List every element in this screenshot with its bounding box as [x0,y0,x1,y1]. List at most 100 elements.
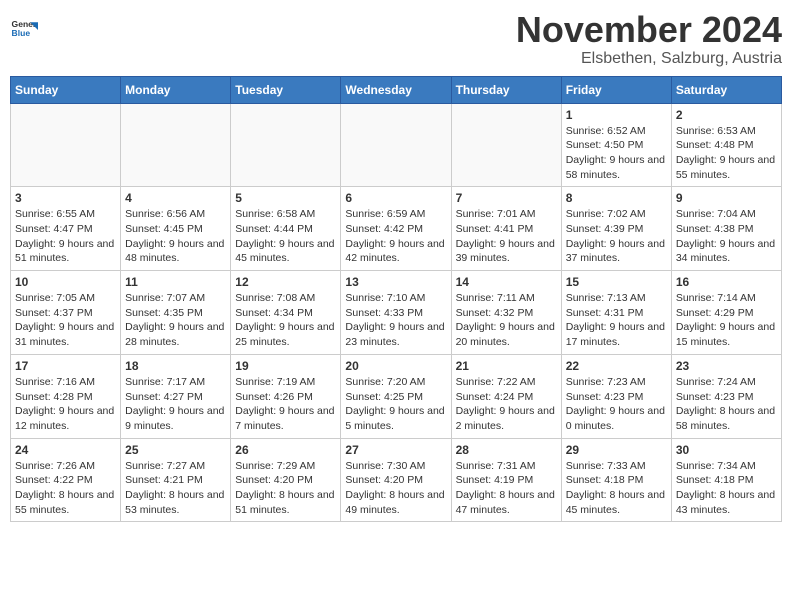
day-number: 17 [15,359,116,373]
calendar-cell: 27Sunrise: 7:30 AM Sunset: 4:20 PM Dayli… [341,438,451,522]
day-number: 10 [15,275,116,289]
day-info: Sunrise: 7:19 AM Sunset: 4:26 PM Dayligh… [235,375,336,434]
day-info: Sunrise: 7:07 AM Sunset: 4:35 PM Dayligh… [125,291,226,350]
day-info: Sunrise: 7:05 AM Sunset: 4:37 PM Dayligh… [15,291,116,350]
calendar-cell: 30 Sunrise: 7:34 AM Sunset: 4:18 PM Dayli… [671,438,781,522]
calendar-cell: 9Sunrise: 7:04 AM Sunset: 4:38 PM Daylig… [671,187,781,271]
day-info: Sunrise: 6:55 AM Sunset: 4:47 PM Dayligh… [15,207,116,266]
day-info: Sunrise: 7:01 AM Sunset: 4:41 PM Dayligh… [456,207,557,266]
week-row-3: 10 Sunrise: 7:05 AM Sunset: 4:37 PM Dayli… [11,271,782,355]
calendar-cell: 12 Sunrise: 7:08 AM Sunset: 4:34 PM Dayli… [231,271,341,355]
weekday-header-thursday: Thursday [451,76,561,103]
day-info: Sunrise: 7:31 AM Sunset: 4:19 PM Dayligh… [456,459,557,518]
day-info: Sunrise: 7:33 AM Sunset: 4:18 PM Dayligh… [566,459,667,518]
day-number: 14 [456,275,557,289]
day-number: 4 [125,191,226,205]
day-number: 7 [456,191,557,205]
weekday-header-sunday: Sunday [11,76,121,103]
day-info: Sunrise: 7:24 AM Sunset: 4:23 PM Dayligh… [676,375,777,434]
calendar-cell: 6Sunrise: 6:59 AM Sunset: 4:42 PM Daylig… [341,187,451,271]
weekday-header-wednesday: Wednesday [341,76,451,103]
day-number: 23 [676,359,777,373]
day-number: 18 [125,359,226,373]
day-number: 16 [676,275,777,289]
logo-icon: General Blue [10,16,38,44]
day-number: 24 [15,443,116,457]
calendar-cell: 3 Sunrise: 6:55 AM Sunset: 4:47 PM Daylig… [11,187,121,271]
calendar-cell: 29 Sunrise: 7:33 AM Sunset: 4:18 PM Dayli… [561,438,671,522]
calendar-cell [11,103,121,187]
day-info: Sunrise: 7:16 AM Sunset: 4:28 PM Dayligh… [15,375,116,434]
calendar-cell: 14 Sunrise: 7:11 AM Sunset: 4:32 PM Dayli… [451,271,561,355]
week-row-1: 1 Sunrise: 6:52 AM Sunset: 4:50 PM Daylig… [11,103,782,187]
day-number: 25 [125,443,226,457]
calendar-cell: 18 Sunrise: 7:17 AM Sunset: 4:27 PM Dayli… [121,354,231,438]
logo: General Blue [10,16,38,44]
calendar-cell: 22 Sunrise: 7:23 AM Sunset: 4:23 PM Dayli… [561,354,671,438]
day-number: 28 [456,443,557,457]
calendar-cell: 25Sunrise: 7:27 AM Sunset: 4:21 PM Dayli… [121,438,231,522]
calendar-cell [341,103,451,187]
calendar-cell: 20Sunrise: 7:20 AM Sunset: 4:25 PM Dayli… [341,354,451,438]
calendar-cell: 4 Sunrise: 6:56 AM Sunset: 4:45 PM Daylig… [121,187,231,271]
day-number: 1 [566,108,667,122]
day-info: Sunrise: 7:13 AM Sunset: 4:31 PM Dayligh… [566,291,667,350]
week-row-2: 3 Sunrise: 6:55 AM Sunset: 4:47 PM Daylig… [11,187,782,271]
calendar-cell: 15 Sunrise: 7:13 AM Sunset: 4:31 PM Dayli… [561,271,671,355]
day-number: 15 [566,275,667,289]
title-area: November 2024 Elsbethen, Salzburg, Austr… [516,10,782,68]
day-info: Sunrise: 7:14 AM Sunset: 4:29 PM Dayligh… [676,291,777,350]
day-info: Sunrise: 6:59 AM Sunset: 4:42 PM Dayligh… [345,207,446,266]
calendar-cell: 7 Sunrise: 7:01 AM Sunset: 4:41 PM Daylig… [451,187,561,271]
svg-text:Blue: Blue [12,28,31,38]
calendar-cell: 11 Sunrise: 7:07 AM Sunset: 4:35 PM Dayli… [121,271,231,355]
day-info: Sunrise: 7:30 AM Sunset: 4:20 PM Dayligh… [345,459,446,518]
day-info: Sunrise: 7:17 AM Sunset: 4:27 PM Dayligh… [125,375,226,434]
day-number: 2 [676,108,777,122]
day-number: 12 [235,275,336,289]
day-info: Sunrise: 7:23 AM Sunset: 4:23 PM Dayligh… [566,375,667,434]
day-info: Sunrise: 6:53 AM Sunset: 4:48 PM Dayligh… [676,124,777,183]
calendar-cell: 26Sunrise: 7:29 AM Sunset: 4:20 PM Dayli… [231,438,341,522]
day-number: 11 [125,275,226,289]
calendar-cell: 17 Sunrise: 7:16 AM Sunset: 4:28 PM Dayli… [11,354,121,438]
day-number: 9 [676,191,777,205]
week-row-5: 24Sunrise: 7:26 AM Sunset: 4:22 PM Dayli… [11,438,782,522]
day-info: Sunrise: 7:08 AM Sunset: 4:34 PM Dayligh… [235,291,336,350]
day-number: 19 [235,359,336,373]
day-number: 30 [676,443,777,457]
day-info: Sunrise: 7:10 AM Sunset: 4:33 PM Dayligh… [345,291,446,350]
weekday-header-friday: Friday [561,76,671,103]
calendar-cell: 24Sunrise: 7:26 AM Sunset: 4:22 PM Dayli… [11,438,121,522]
day-number: 8 [566,191,667,205]
weekday-header-monday: Monday [121,76,231,103]
calendar-cell [231,103,341,187]
day-number: 3 [15,191,116,205]
calendar-cell: 28 Sunrise: 7:31 AM Sunset: 4:19 PM Dayli… [451,438,561,522]
day-info: Sunrise: 6:52 AM Sunset: 4:50 PM Dayligh… [566,124,667,183]
day-info: Sunrise: 7:34 AM Sunset: 4:18 PM Dayligh… [676,459,777,518]
day-info: Sunrise: 7:02 AM Sunset: 4:39 PM Dayligh… [566,207,667,266]
day-number: 29 [566,443,667,457]
weekday-header-tuesday: Tuesday [231,76,341,103]
calendar-cell: 8 Sunrise: 7:02 AM Sunset: 4:39 PM Daylig… [561,187,671,271]
day-info: Sunrise: 7:11 AM Sunset: 4:32 PM Dayligh… [456,291,557,350]
calendar-table: SundayMondayTuesdayWednesdayThursdayFrid… [10,76,782,523]
calendar-cell [451,103,561,187]
day-number: 21 [456,359,557,373]
day-number: 20 [345,359,446,373]
calendar-cell: 1 Sunrise: 6:52 AM Sunset: 4:50 PM Daylig… [561,103,671,187]
day-info: Sunrise: 6:58 AM Sunset: 4:44 PM Dayligh… [235,207,336,266]
day-number: 5 [235,191,336,205]
day-info: Sunrise: 6:56 AM Sunset: 4:45 PM Dayligh… [125,207,226,266]
day-number: 26 [235,443,336,457]
location-title: Elsbethen, Salzburg, Austria [516,50,782,68]
weekday-header-saturday: Saturday [671,76,781,103]
calendar-cell: 23 Sunrise: 7:24 AM Sunset: 4:23 PM Dayli… [671,354,781,438]
calendar-cell: 21 Sunrise: 7:22 AM Sunset: 4:24 PM Dayli… [451,354,561,438]
day-number: 22 [566,359,667,373]
day-info: Sunrise: 7:22 AM Sunset: 4:24 PM Dayligh… [456,375,557,434]
weekday-header-row: SundayMondayTuesdayWednesdayThursdayFrid… [11,76,782,103]
calendar-cell: 5 Sunrise: 6:58 AM Sunset: 4:44 PM Daylig… [231,187,341,271]
month-title: November 2024 [516,10,782,50]
